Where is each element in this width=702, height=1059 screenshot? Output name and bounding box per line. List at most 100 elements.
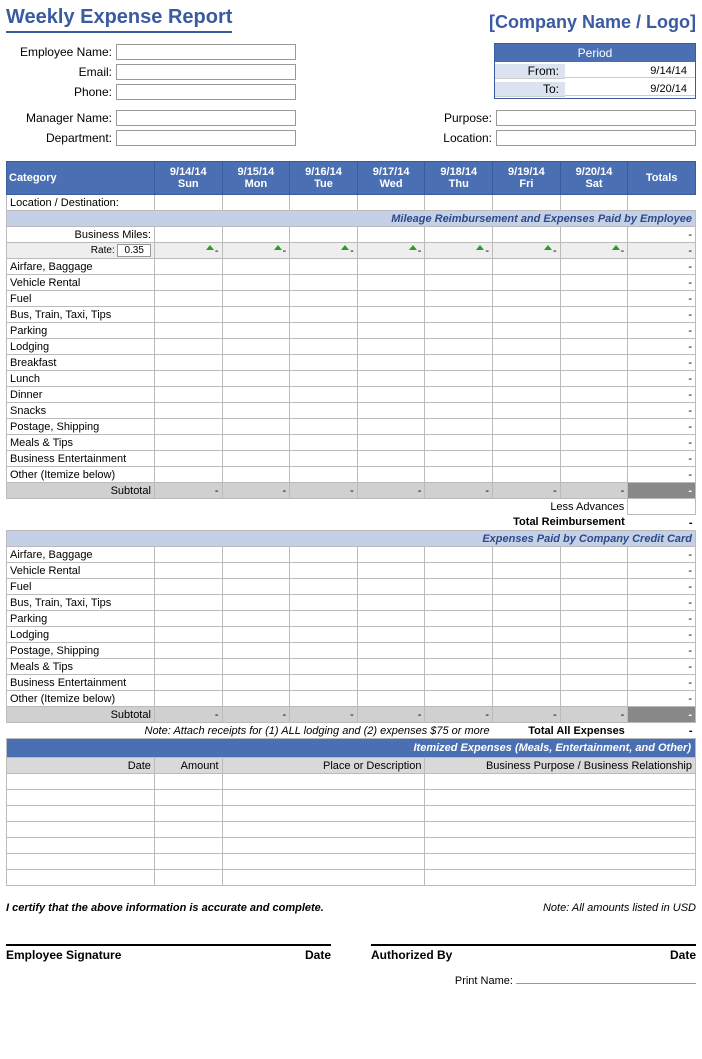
- expense-cell[interactable]: [154, 419, 222, 435]
- expense-cell[interactable]: [493, 435, 561, 451]
- itemized-amount-cell[interactable]: [154, 838, 222, 854]
- expense-cell[interactable]: [560, 419, 628, 435]
- expense-cell[interactable]: [154, 547, 222, 563]
- expense-cell[interactable]: [154, 611, 222, 627]
- itemized-purpose-cell[interactable]: [425, 854, 696, 870]
- expense-cell[interactable]: [222, 611, 290, 627]
- less-advances-input[interactable]: [628, 499, 696, 515]
- expense-cell[interactable]: [154, 387, 222, 403]
- expense-cell[interactable]: [560, 275, 628, 291]
- itemized-amount-cell[interactable]: [154, 870, 222, 886]
- expense-cell[interactable]: [357, 691, 425, 707]
- expense-cell[interactable]: [154, 451, 222, 467]
- itemized-place-cell[interactable]: [222, 838, 425, 854]
- expense-cell[interactable]: [222, 435, 290, 451]
- expense-cell[interactable]: [357, 371, 425, 387]
- expense-cell[interactable]: [357, 579, 425, 595]
- expense-cell[interactable]: [154, 371, 222, 387]
- expense-cell[interactable]: [222, 307, 290, 323]
- itemized-place-cell[interactable]: [222, 854, 425, 870]
- expense-cell[interactable]: [493, 547, 561, 563]
- itemized-date-cell[interactable]: [7, 870, 155, 886]
- expense-cell[interactable]: [560, 595, 628, 611]
- itemized-purpose-cell[interactable]: [425, 838, 696, 854]
- expense-cell[interactable]: [425, 563, 493, 579]
- expense-cell[interactable]: [290, 451, 358, 467]
- expense-cell[interactable]: [493, 691, 561, 707]
- location-input[interactable]: [496, 130, 696, 146]
- department-input[interactable]: [116, 130, 296, 146]
- itemized-amount-cell[interactable]: [154, 790, 222, 806]
- expense-cell[interactable]: [357, 355, 425, 371]
- expense-cell[interactable]: [560, 435, 628, 451]
- expense-cell[interactable]: [425, 323, 493, 339]
- expense-cell[interactable]: [222, 403, 290, 419]
- expense-cell[interactable]: [290, 371, 358, 387]
- expense-cell[interactable]: [560, 323, 628, 339]
- expense-cell[interactable]: [425, 403, 493, 419]
- expense-cell[interactable]: [290, 435, 358, 451]
- expense-cell[interactable]: [493, 323, 561, 339]
- expense-cell[interactable]: [425, 659, 493, 675]
- expense-cell[interactable]: [560, 387, 628, 403]
- expense-cell[interactable]: [290, 595, 358, 611]
- expense-cell[interactable]: [493, 339, 561, 355]
- expense-cell[interactable]: [290, 659, 358, 675]
- expense-cell[interactable]: [154, 403, 222, 419]
- expense-cell[interactable]: [222, 451, 290, 467]
- expense-cell[interactable]: [290, 339, 358, 355]
- expense-cell[interactable]: [560, 403, 628, 419]
- itemized-date-cell[interactable]: [7, 854, 155, 870]
- expense-cell[interactable]: [154, 691, 222, 707]
- expense-cell[interactable]: [290, 691, 358, 707]
- expense-cell[interactable]: [425, 595, 493, 611]
- expense-cell[interactable]: [560, 611, 628, 627]
- expense-cell[interactable]: [493, 291, 561, 307]
- rate-value[interactable]: 0.35: [117, 244, 150, 257]
- expense-cell[interactable]: [560, 627, 628, 643]
- expense-cell[interactable]: [560, 339, 628, 355]
- expense-cell[interactable]: [357, 563, 425, 579]
- expense-cell[interactable]: [290, 323, 358, 339]
- expense-cell[interactable]: [290, 611, 358, 627]
- expense-cell[interactable]: [222, 259, 290, 275]
- expense-cell[interactable]: [222, 659, 290, 675]
- expense-cell[interactable]: [357, 403, 425, 419]
- expense-cell[interactable]: [290, 387, 358, 403]
- expense-cell[interactable]: [425, 371, 493, 387]
- expense-cell[interactable]: [222, 419, 290, 435]
- expense-cell[interactable]: [222, 643, 290, 659]
- expense-cell[interactable]: [357, 467, 425, 483]
- expense-cell[interactable]: [560, 643, 628, 659]
- expense-cell[interactable]: [154, 563, 222, 579]
- expense-cell[interactable]: [425, 691, 493, 707]
- itemized-amount-cell[interactable]: [154, 822, 222, 838]
- expense-cell[interactable]: [154, 643, 222, 659]
- expense-cell[interactable]: [425, 627, 493, 643]
- expense-cell[interactable]: [222, 371, 290, 387]
- itemized-purpose-cell[interactable]: [425, 870, 696, 886]
- expense-cell[interactable]: [290, 627, 358, 643]
- expense-cell[interactable]: [493, 643, 561, 659]
- expense-cell[interactable]: [493, 451, 561, 467]
- expense-cell[interactable]: [357, 323, 425, 339]
- period-from-value[interactable]: 9/14/14: [565, 65, 695, 78]
- itemized-amount-cell[interactable]: [154, 806, 222, 822]
- expense-cell[interactable]: [560, 659, 628, 675]
- expense-cell[interactable]: [425, 259, 493, 275]
- expense-cell[interactable]: [560, 579, 628, 595]
- expense-cell[interactable]: [560, 259, 628, 275]
- expense-cell[interactable]: [290, 275, 358, 291]
- expense-cell[interactable]: [290, 643, 358, 659]
- itemized-place-cell[interactable]: [222, 790, 425, 806]
- expense-cell[interactable]: [154, 435, 222, 451]
- expense-cell[interactable]: [222, 547, 290, 563]
- expense-cell[interactable]: [222, 275, 290, 291]
- expense-cell[interactable]: [493, 259, 561, 275]
- expense-cell[interactable]: [222, 675, 290, 691]
- itemized-purpose-cell[interactable]: [425, 774, 696, 790]
- expense-cell[interactable]: [357, 307, 425, 323]
- expense-cell[interactable]: [560, 291, 628, 307]
- email-input[interactable]: [116, 64, 296, 80]
- expense-cell[interactable]: [222, 387, 290, 403]
